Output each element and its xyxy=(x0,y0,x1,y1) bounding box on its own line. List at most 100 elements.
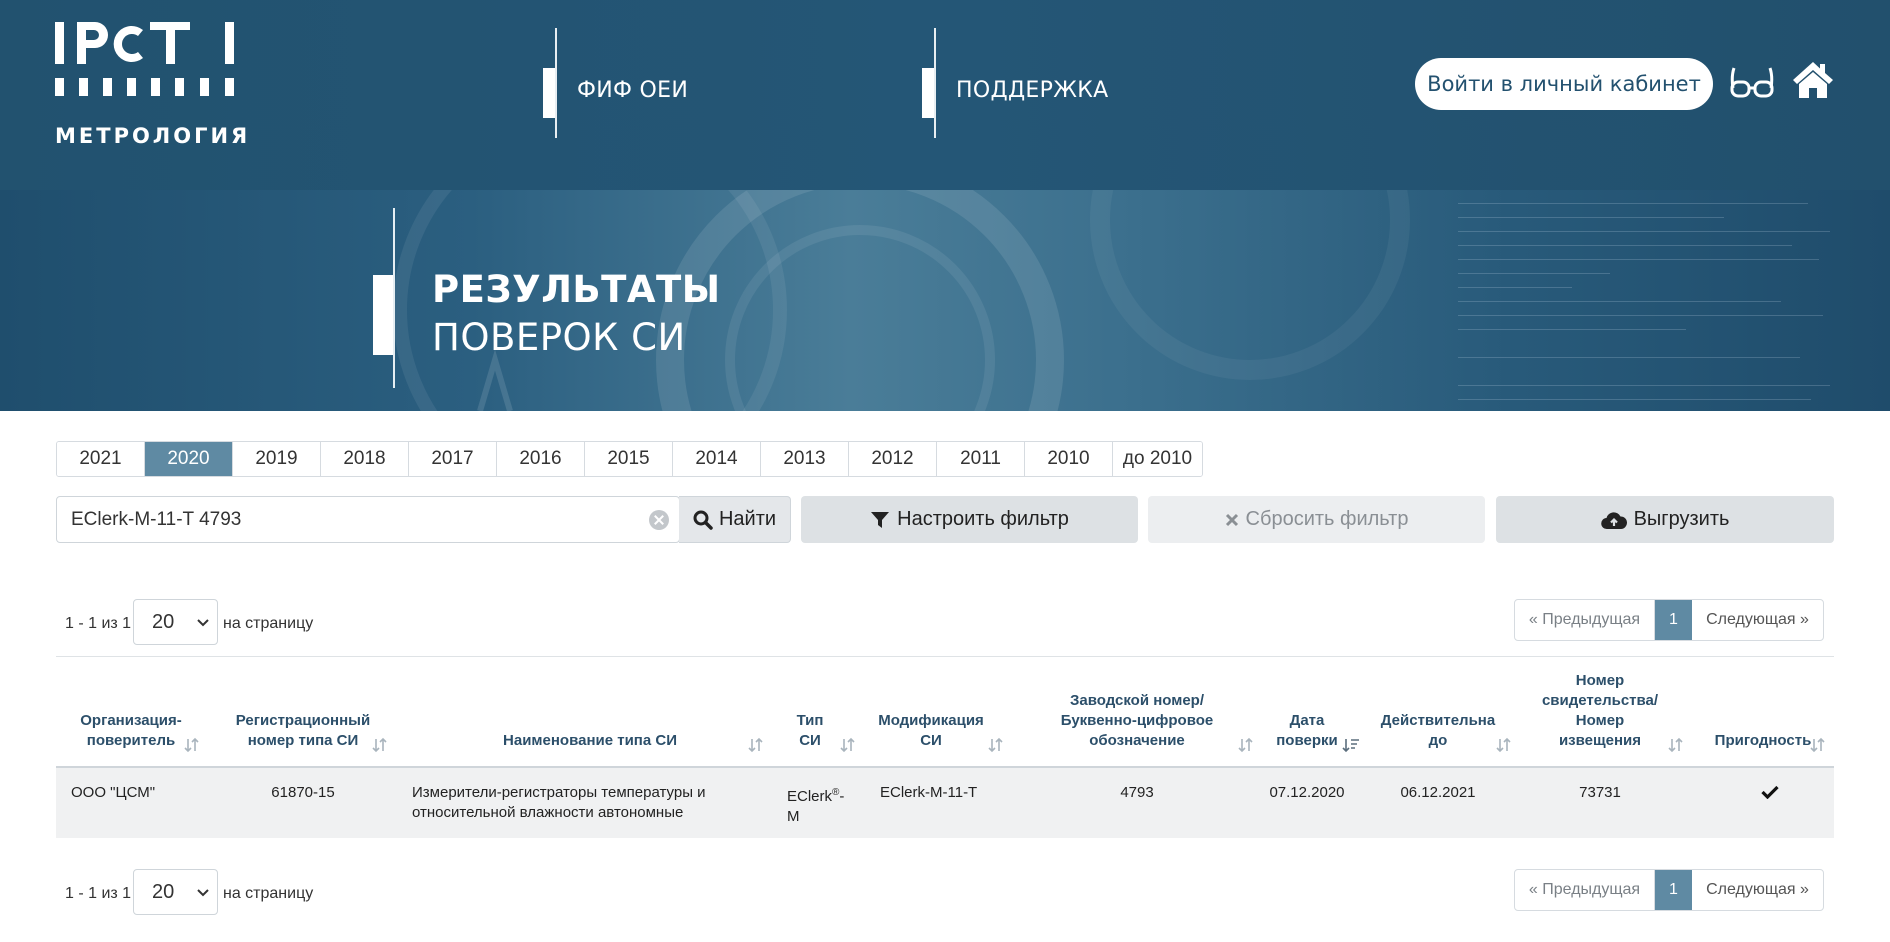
banner-code-texture xyxy=(1458,190,1838,411)
prev-page-button[interactable]: « Предыдущая xyxy=(1515,870,1655,910)
next-page-label: Следующая xyxy=(1706,611,1796,628)
cell-verify-date: 07.12.2020 xyxy=(1269,784,1345,801)
logo-text: МЕТРОЛОГИЯ xyxy=(55,124,251,148)
cell-serial: 4793 xyxy=(1120,784,1154,801)
tab-year-2021[interactable]: 2021 xyxy=(57,442,145,476)
col-header-modification[interactable]: Модификация СИ xyxy=(870,711,992,751)
cell-modification: EClerk-M-11-T xyxy=(880,784,978,801)
col-header-type-name[interactable]: Наименование типа СИ xyxy=(410,731,770,751)
hero-banner: РЕЗУЛЬТАТЫ ПОВЕРОК СИ xyxy=(0,190,1890,411)
sort-icon[interactable] xyxy=(1810,737,1826,753)
cell-org: ООО "ЦСМ" xyxy=(71,784,156,801)
cell-type: EClerk®- M xyxy=(787,787,845,825)
pager-info: 1 - 1 из 1 xyxy=(65,615,132,632)
col-header-certificate[interactable]: Номер свидетельства/Номер извещения xyxy=(1530,671,1670,751)
tab-year-2015[interactable]: 2015 xyxy=(585,442,673,476)
search-icon xyxy=(693,510,713,530)
prev-page-label: Предыдущая xyxy=(1542,611,1641,628)
reset-filter-label: Сбросить фильтр xyxy=(1245,508,1409,530)
per-page-value: 20 xyxy=(152,611,175,633)
col-header-valid-until[interactable]: Действительна до xyxy=(1378,711,1498,751)
cloud-upload-icon xyxy=(1600,511,1627,529)
next-page-label: Следующая xyxy=(1706,881,1796,898)
rst-logo-icon xyxy=(55,22,234,96)
sort-icon[interactable] xyxy=(1496,737,1512,753)
glasses-icon[interactable] xyxy=(1730,64,1774,100)
per-page-select-bottom[interactable]: 20 xyxy=(133,869,218,915)
nav-label[interactable]: ФИФ ОЕИ xyxy=(577,78,688,103)
export-button[interactable]: Выгрузить xyxy=(1496,496,1834,543)
sort-icon[interactable] xyxy=(1238,737,1254,753)
chevrons-right-icon: » xyxy=(1800,881,1809,898)
logo[interactable]: МЕТРОЛОГИЯ xyxy=(55,22,247,152)
cell-reg-number[interactable]: 61870-15 xyxy=(218,783,388,803)
nav-marker xyxy=(543,68,555,118)
pager-info-bottom: 1 - 1 из 1 xyxy=(65,885,132,902)
sort-desc-icon[interactable] xyxy=(1342,737,1360,753)
nav-divider xyxy=(555,28,557,138)
year-tabs: 2021 2020 2019 2018 2017 2016 2015 2014 … xyxy=(56,441,1203,477)
per-page-label-bottom: на страницу xyxy=(223,885,314,902)
sort-icon[interactable] xyxy=(840,737,856,753)
cell-type-name: Измерители-регистраторы температуры и отн… xyxy=(412,784,706,821)
tab-year-2014[interactable]: 2014 xyxy=(673,442,761,476)
tab-year-2019[interactable]: 2019 xyxy=(233,442,321,476)
prev-page-button[interactable]: « Предыдущая xyxy=(1515,600,1655,640)
filter-icon xyxy=(871,511,890,528)
per-page-value: 20 xyxy=(152,881,175,903)
clear-search-icon[interactable] xyxy=(649,510,669,530)
tab-year-2016[interactable]: 2016 xyxy=(497,442,585,476)
col-header-suitability[interactable]: Пригодность xyxy=(1706,731,1820,751)
tab-year-2018[interactable]: 2018 xyxy=(321,442,409,476)
col-header-reg-number[interactable]: Регистрационный номер типа СИ xyxy=(218,711,388,751)
configure-filter-label: Настроить фильтр xyxy=(897,508,1069,530)
find-button[interactable]: Найти xyxy=(679,496,791,543)
reset-filter-button[interactable]: Сбросить фильтр xyxy=(1148,496,1485,543)
page-1-button[interactable]: 1 xyxy=(1655,600,1692,640)
tab-year-2011[interactable]: 2011 xyxy=(937,442,1025,476)
find-button-label: Найти xyxy=(718,508,777,530)
tab-year-2020[interactable]: 2020 xyxy=(145,442,233,476)
sort-icon[interactable] xyxy=(988,737,1004,753)
col-header-verify-date[interactable]: Дата поверки xyxy=(1262,711,1352,751)
sort-icon[interactable] xyxy=(748,737,764,753)
home-icon[interactable] xyxy=(1791,60,1835,100)
next-page-button[interactable]: Следующая » xyxy=(1692,600,1823,640)
chevrons-left-icon: « xyxy=(1528,881,1538,898)
close-icon xyxy=(1225,513,1238,526)
col-header-serial[interactable]: Заводской номер/Буквенно-цифровое обознач… xyxy=(1042,691,1232,751)
pagination-bottom: « Предыдущая 1 Следующая » xyxy=(1514,869,1824,911)
tab-year-2012[interactable]: 2012 xyxy=(849,442,937,476)
pagination: « Предыдущая 1 Следующая » xyxy=(1514,599,1824,641)
prev-page-label: Предыдущая xyxy=(1542,881,1641,898)
chevrons-left-icon: « xyxy=(1528,611,1538,628)
tab-year-before-2010[interactable]: до 2010 xyxy=(1113,442,1202,476)
nav-marker xyxy=(922,68,934,118)
section-divider xyxy=(56,656,1834,657)
search-input[interactable] xyxy=(71,497,631,542)
sort-icon[interactable] xyxy=(372,737,388,753)
cell-valid-until: 06.12.2021 xyxy=(1400,784,1476,801)
sort-icon[interactable] xyxy=(184,737,200,753)
page-title: РЕЗУЛЬТАТЫ xyxy=(432,268,721,311)
tab-year-2010[interactable]: 2010 xyxy=(1025,442,1113,476)
cell-certificate[interactable]: 73731 xyxy=(1530,783,1670,803)
next-page-button[interactable]: Следующая » xyxy=(1692,870,1823,910)
per-page-select[interactable]: 20 xyxy=(133,599,218,645)
configure-filter-button[interactable]: Настроить фильтр xyxy=(801,496,1138,543)
page-1-button[interactable]: 1 xyxy=(1655,870,1692,910)
table-row[interactable]: ООО "ЦСМ" 61870-15 Измерители-регистрато… xyxy=(56,768,1834,838)
tab-year-2017[interactable]: 2017 xyxy=(409,442,497,476)
chevrons-right-icon: » xyxy=(1800,611,1809,628)
nav-label[interactable]: ПОДДЕРЖКА xyxy=(956,78,1108,103)
banner-marker xyxy=(373,275,393,355)
col-header-type[interactable]: Тип СИ xyxy=(780,711,840,751)
export-label: Выгрузить xyxy=(1633,508,1730,530)
login-button[interactable]: Войти в личный кабинет xyxy=(1415,58,1713,110)
sort-icon[interactable] xyxy=(1668,737,1684,753)
chevron-down-icon xyxy=(197,889,209,897)
page-subtitle: ПОВЕРОК СИ xyxy=(432,316,686,359)
tab-year-2013[interactable]: 2013 xyxy=(761,442,849,476)
search-box xyxy=(56,496,680,543)
site-header: МЕТРОЛОГИЯ ФИФ ОЕИ ПОДДЕРЖКА Войти в лич… xyxy=(0,0,1890,190)
